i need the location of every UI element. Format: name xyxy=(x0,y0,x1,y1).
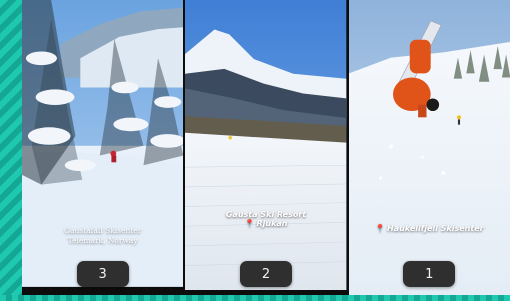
panel-gausta[interactable]: Gausta Ski Resort 📍 Rjukan 2 xyxy=(185,0,347,295)
location-caption: Gaustafall Skisenter Telemark, Norway xyxy=(22,226,183,246)
location-name: Gausta Ski Resort xyxy=(225,210,307,219)
location-name: Gaustafall Skisenter xyxy=(64,226,142,235)
location-caption: Gausta Ski Resort 📍 Rjukan xyxy=(185,210,346,228)
ranking-badge: 1 xyxy=(403,261,456,287)
ranking-badge: 2 xyxy=(239,261,292,287)
snowboard-powder-scene xyxy=(348,0,510,295)
location-region: Rjukan xyxy=(256,219,288,228)
decorative-stripe-bottom xyxy=(0,295,510,301)
location-caption: 📍 Haukelifjell Skisenter xyxy=(349,224,510,233)
mountain-piste-scene xyxy=(185,0,347,291)
decorative-stripe-left xyxy=(0,0,22,301)
location-name: Haukelifjell Skisenter xyxy=(387,224,484,233)
ski-resort-collage: Gaustafall Skisenter Telemark, Norway 3 xyxy=(22,0,510,295)
map-pin-icon: 📍 xyxy=(244,219,255,228)
map-pin-icon: 📍 xyxy=(375,224,386,233)
panel-haukelifjell[interactable]: 📍 Haukelifjell Skisenter 1 xyxy=(348,0,510,295)
panel-gaustafall[interactable]: Gaustafall Skisenter Telemark, Norway 3 xyxy=(22,0,184,295)
ranking-badge: 3 xyxy=(76,261,129,287)
location-region: Telemark, Norway xyxy=(67,236,138,245)
